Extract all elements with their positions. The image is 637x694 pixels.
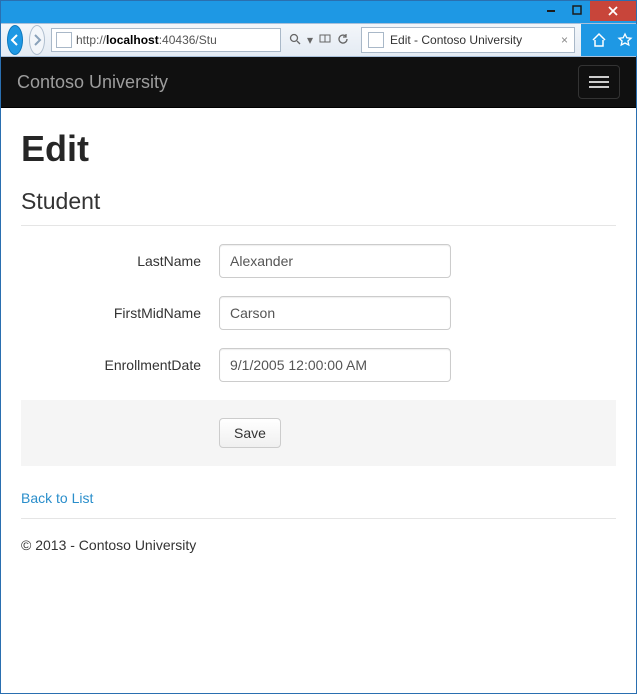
form-row-enrollmentdate: EnrollmentDate [21, 348, 616, 382]
form-actions: Save [21, 400, 616, 466]
address-bar[interactable]: http://localhost:40436/Stu [51, 28, 281, 52]
lastname-label: LastName [21, 253, 219, 269]
address-controls: ▾ [289, 33, 349, 48]
tab-close-icon[interactable]: × [561, 33, 568, 47]
lastname-input[interactable] [219, 244, 451, 278]
back-link-row: Back to List [21, 490, 616, 508]
window-minimize-button[interactable] [538, 1, 564, 19]
enrollmentdate-label: EnrollmentDate [21, 357, 219, 373]
page-viewport: Contoso University Edit Student LastName… [1, 57, 636, 693]
page-subheading: Student [21, 188, 616, 215]
page-footer: © 2013 - Contoso University [21, 537, 616, 553]
back-to-list-link[interactable]: Back to List [21, 490, 93, 506]
window-close-button[interactable] [590, 1, 636, 21]
page-favicon-icon [56, 32, 72, 48]
site-navbar: Contoso University [1, 57, 636, 108]
compat-view-icon[interactable] [319, 33, 331, 48]
divider [21, 518, 616, 519]
ie-window: http://localhost:40436/Stu ▾ Edit - Cont… [0, 0, 637, 694]
form-row-lastname: LastName [21, 244, 616, 278]
hamburger-bar-icon [589, 86, 609, 88]
refresh-icon[interactable] [337, 33, 349, 48]
favorites-icon[interactable] [617, 32, 633, 48]
hamburger-bar-icon [589, 76, 609, 78]
address-dropdown-icon[interactable]: ▾ [307, 33, 313, 47]
nav-forward-button[interactable] [29, 25, 45, 55]
navbar-brand[interactable]: Contoso University [17, 72, 168, 93]
tab-title: Edit - Contoso University [390, 33, 522, 47]
divider [21, 225, 616, 226]
page-heading: Edit [21, 128, 616, 170]
enrollmentdate-input[interactable] [219, 348, 451, 382]
home-icon[interactable] [591, 32, 607, 48]
tab-favicon-icon [368, 32, 384, 48]
browser-tab[interactable]: Edit - Contoso University × [361, 27, 575, 53]
page-body: Edit Student LastName FirstMidName Enrol… [1, 108, 636, 563]
window-maximize-button[interactable] [564, 1, 590, 19]
firstmidname-input[interactable] [219, 296, 451, 330]
window-titlebar [1, 1, 636, 23]
firstmidname-label: FirstMidName [21, 305, 219, 321]
browser-toolbar-right [581, 24, 637, 56]
save-button[interactable]: Save [219, 418, 281, 448]
navbar-toggle-button[interactable] [578, 65, 620, 99]
browser-toolbar: http://localhost:40436/Stu ▾ Edit - Cont… [1, 23, 636, 57]
form-row-firstmidname: FirstMidName [21, 296, 616, 330]
search-icon[interactable] [289, 33, 301, 48]
address-url: http://localhost:40436/Stu [76, 33, 217, 47]
hamburger-bar-icon [589, 81, 609, 83]
nav-back-button[interactable] [7, 25, 23, 55]
